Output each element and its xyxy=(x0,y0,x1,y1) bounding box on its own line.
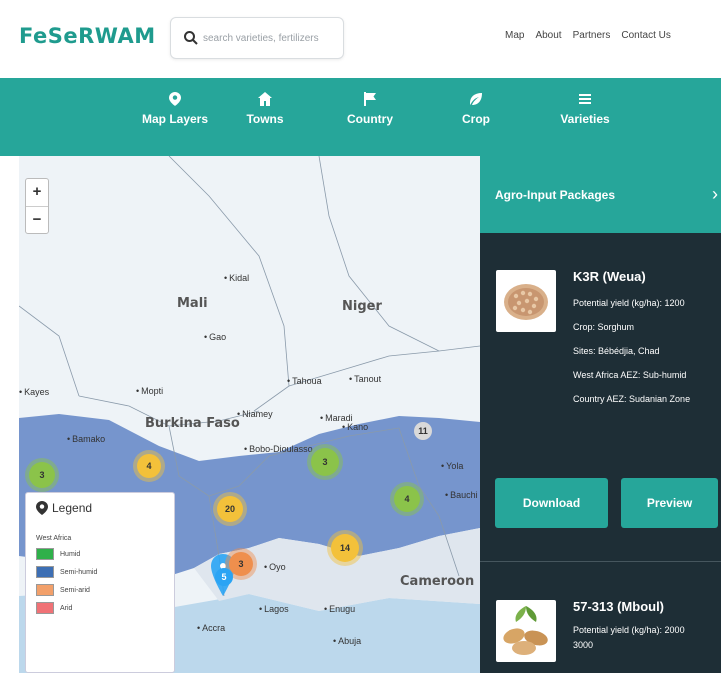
nav-towns[interactable]: Towns xyxy=(225,92,305,126)
top-bar: FeSeRWAM Map About Partners Contact Us xyxy=(0,0,721,78)
nav-country[interactable]: Country xyxy=(330,92,410,126)
nav-country-label: Country xyxy=(347,112,393,126)
zoom-control: + − xyxy=(25,178,49,234)
panel-close-icon[interactable]: › xyxy=(712,184,718,205)
package-name: K3R (Weua) xyxy=(573,269,646,284)
nav-towns-label: Towns xyxy=(246,112,284,126)
city-tanout: Tanout xyxy=(349,374,381,384)
city-tahoua: Tahoua xyxy=(287,376,322,386)
map-cluster[interactable]: 3 xyxy=(229,552,253,576)
app-logo[interactable]: FeSeRWAM xyxy=(19,24,156,48)
top-links: Map About Partners Contact Us xyxy=(505,30,671,41)
map-cluster[interactable]: 3 xyxy=(29,462,55,488)
link-map[interactable]: Map xyxy=(505,30,524,41)
nav-crop[interactable]: Crop xyxy=(436,92,516,126)
legend-title-text: Legend xyxy=(52,501,93,515)
legend-swatch xyxy=(36,602,54,614)
panel-title: Agro-Input Packages xyxy=(495,188,616,202)
flag-icon xyxy=(364,92,376,106)
city-bobo: Bobo-Dioulasso xyxy=(244,444,313,454)
map-view[interactable]: + − Mali Niger Burkina Faso Cameroon Kid… xyxy=(19,156,480,673)
legend-item-label: Arid xyxy=(60,604,73,612)
zoom-in-button[interactable]: + xyxy=(26,179,48,206)
legend-item: Semi-arid xyxy=(36,584,164,596)
preview-button[interactable]: Preview xyxy=(621,478,718,528)
map-cluster[interactable]: 4 xyxy=(394,486,420,512)
sorghum-grain-image xyxy=(504,284,548,320)
search-input[interactable] xyxy=(203,28,339,48)
package-image xyxy=(496,600,556,662)
search-icon xyxy=(184,31,198,45)
city-bamako: Bamako xyxy=(67,434,105,444)
legend-subtitle: West Africa xyxy=(36,535,72,542)
nav-varieties[interactable]: Varieties xyxy=(545,92,625,126)
legend-item: Semi-humid xyxy=(36,566,164,578)
label-burkina-faso: Burkina Faso xyxy=(145,416,240,431)
package-country-aez: Country AEZ: Sudanian Zone xyxy=(573,394,691,404)
nav-map-layers-label: Map Layers xyxy=(141,112,209,126)
package-name: 57-313 (Mboul) xyxy=(573,599,665,614)
nav-crop-label: Crop xyxy=(462,112,490,126)
legend-title: Legend xyxy=(36,501,164,515)
city-accra: Accra xyxy=(197,623,225,633)
search-box[interactable] xyxy=(170,17,344,59)
legend-item-label: Humid xyxy=(60,550,81,558)
city-kano: Kano xyxy=(342,422,368,432)
map-cluster[interactable]: 11 xyxy=(414,422,432,440)
package-image xyxy=(496,270,556,332)
download-button[interactable]: Download xyxy=(495,478,608,528)
zoom-out-button[interactable]: − xyxy=(26,206,48,233)
link-partners[interactable]: Partners xyxy=(573,30,611,41)
legend-swatch xyxy=(36,566,54,578)
package-potential-yield-cont: 3000 xyxy=(573,640,594,650)
map-cluster[interactable]: 4 xyxy=(137,454,161,478)
map-pin-icon xyxy=(36,501,48,515)
home-icon xyxy=(258,92,272,106)
package-details: 57-313 (Mboul) Potential yield (kg/ha): … xyxy=(573,597,685,651)
city-yola: Yola xyxy=(441,461,463,471)
label-cameroon: Cameroon xyxy=(400,574,475,589)
map-cluster[interactable]: 5 xyxy=(215,568,233,586)
link-contact[interactable]: Contact Us xyxy=(621,30,670,41)
map-pin-icon xyxy=(169,92,181,106)
package-crop: Crop: Sorghum xyxy=(573,322,635,332)
panel-header: Agro-Input Packages › xyxy=(480,156,721,233)
package-sites: Sites: Bébédjia, Chad xyxy=(573,346,660,356)
map-cluster[interactable]: 3 xyxy=(311,448,339,476)
main-nav: Map Layers Towns Country Crop Varieties xyxy=(0,78,721,156)
package-card: 57-313 (Mboul) Potential yield (kg/ha): … xyxy=(480,562,721,673)
city-kidal: Kidal xyxy=(224,273,249,283)
legend-item: Arid xyxy=(36,602,164,614)
legend-item-label: Semi-humid xyxy=(60,568,98,576)
city-bauchi: Bauchi xyxy=(445,490,478,500)
city-enugu: Enugu xyxy=(324,604,355,614)
nav-varieties-label: Varieties xyxy=(560,112,610,126)
legend-item-label: Semi-arid xyxy=(60,586,90,594)
city-gao: Gao xyxy=(204,332,226,342)
legend-item: Humid xyxy=(36,548,164,560)
package-details: K3R (Weua) Potential yield (kg/ha): 1200… xyxy=(573,267,690,411)
map-cluster[interactable]: 14 xyxy=(331,534,359,562)
nav-map-layers[interactable]: Map Layers xyxy=(135,92,215,126)
package-aez: West Africa AEZ: Sub-humid xyxy=(573,370,687,380)
list-icon xyxy=(579,94,591,104)
package-potential-yield: Potential yield (kg/ha): 2000 xyxy=(573,625,685,635)
groundnut-image xyxy=(503,606,548,655)
city-mopti: Mopti xyxy=(136,386,163,396)
agro-input-panel: Agro-Input Packages › K3R (Weua) Potenti… xyxy=(480,156,721,673)
city-lagos: Lagos xyxy=(259,604,289,614)
legend-swatch xyxy=(36,584,54,596)
package-potential-yield: Potential yield (kg/ha): 1200 xyxy=(573,298,685,308)
legend-swatch xyxy=(36,548,54,560)
label-niger: Niger xyxy=(342,299,382,314)
link-about[interactable]: About xyxy=(535,30,561,41)
map-cluster[interactable]: 20 xyxy=(217,496,243,522)
label-mali: Mali xyxy=(177,296,208,311)
city-abuja: Abuja xyxy=(333,636,361,646)
city-kayes: Kayes xyxy=(19,387,49,397)
city-oyo: Oyo xyxy=(264,562,286,572)
map-legend: Legend West Africa Humid Semi-humid Semi… xyxy=(25,492,175,673)
leaf-icon xyxy=(470,93,482,105)
city-niamey: Niamey xyxy=(237,409,273,419)
